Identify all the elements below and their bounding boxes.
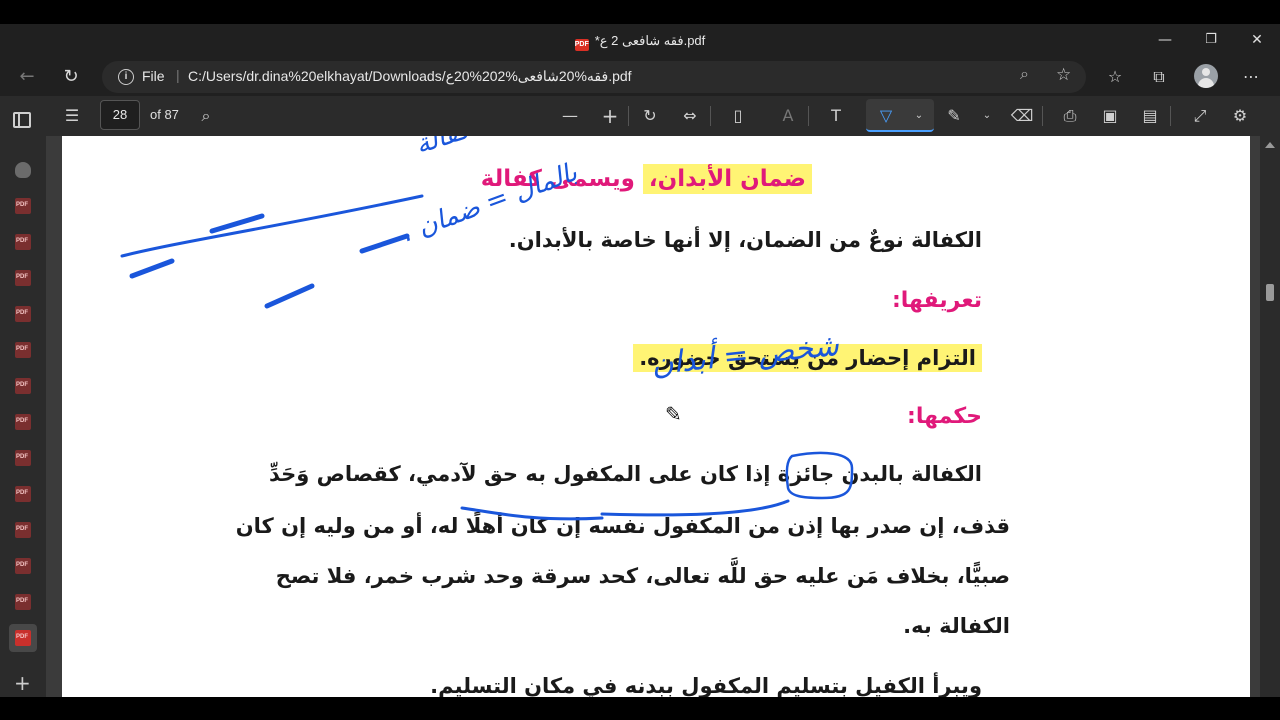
- highlight-icon[interactable]: ▽: [872, 102, 900, 130]
- pdf-viewer: ضمان الأبدان، ويسمى كفالة الكفالة نوعٌ م…: [46, 136, 1260, 697]
- fullscreen-icon[interactable]: ⤢: [1186, 102, 1214, 130]
- more-icon[interactable]: ⋯: [1236, 62, 1266, 92]
- ink-underline: [460, 506, 604, 521]
- chevron-down-icon[interactable]: ⌄: [973, 102, 1001, 130]
- tab-item-active[interactable]: [9, 624, 37, 652]
- tab-item[interactable]: [13, 592, 33, 612]
- tab-item[interactable]: [13, 160, 33, 180]
- scroll-up-icon[interactable]: [1265, 142, 1275, 148]
- tab-item[interactable]: [13, 556, 33, 576]
- ink-stroke: [359, 233, 410, 254]
- handwriting-line: بالمال = ضمان .: [398, 157, 581, 248]
- tab-item[interactable]: [13, 520, 33, 540]
- tab-item[interactable]: [13, 232, 33, 252]
- ink-annotations: المحاكى شئ يختص بالأبدان = كفالة بالمال …: [120, 136, 854, 521]
- zoom-icon[interactable]: ⌕: [1020, 66, 1029, 84]
- pdf-file-icon: PDF: [574, 39, 589, 51]
- pdf-toolbar: ☰ 28 of 87 ⌕ — + ↻ ⇔ ▯ A T ▽ ⌄ ✎ ⌄ ⌫ ⎙ ▣…: [0, 96, 1280, 136]
- plus-icon[interactable]: +: [596, 102, 624, 130]
- tab-item[interactable]: [13, 412, 33, 432]
- minus-icon[interactable]: —: [556, 102, 584, 130]
- scrollbar-thumb[interactable]: [1266, 284, 1274, 301]
- ink-handwriting: المحاكى شئ يختص بالأبدان = كفالة بالمال …: [398, 136, 841, 382]
- page-view-icon[interactable]: ▯: [724, 102, 752, 130]
- url-text[interactable]: C:/Users/dr.dina%20elkhayat/Downloads/فق…: [188, 68, 632, 85]
- tab-item[interactable]: [13, 376, 33, 396]
- screen: PDF *فقه شافعى 2 ع.pdf — ❐ ✕ ← ↻ i File |…: [0, 0, 1280, 720]
- tab-item[interactable]: [13, 484, 33, 504]
- settings-icon[interactable]: ⚙: [1226, 102, 1254, 130]
- toolbar-divider: [1170, 106, 1171, 126]
- collections-icon[interactable]: ⧉: [1144, 62, 1174, 92]
- toolbar-divider: [808, 106, 809, 126]
- window-title: PDF *فقه شافعى 2 ع.pdf: [0, 33, 1280, 51]
- page-number-input[interactable]: 28: [100, 100, 140, 130]
- ink-underline: [600, 499, 790, 517]
- save-as-icon[interactable]: ▤: [1136, 102, 1164, 130]
- toolbar-divider: [628, 106, 629, 126]
- close-button[interactable]: ✕: [1234, 30, 1280, 52]
- chevron-down-icon[interactable]: ⌄: [905, 102, 933, 130]
- navigation-bar: ← ↻ i File | C:/Users/dr.dina%20elkhayat…: [0, 58, 1280, 96]
- tab-item[interactable]: [13, 304, 33, 324]
- eraser-icon[interactable]: ⌫: [1008, 102, 1036, 130]
- ink-box: [785, 451, 854, 500]
- read-aloud-icon[interactable]: A: [774, 102, 802, 130]
- scheme-label: File: [142, 68, 165, 84]
- back-arrow-icon[interactable]: ←: [12, 62, 42, 92]
- toolbar-divider: [710, 106, 711, 126]
- pdf-page: ضمان الأبدان، ويسمى كفالة الكفالة نوعٌ م…: [62, 136, 1250, 697]
- handwriting-line: شخص = أبدان: [649, 325, 841, 383]
- minimize-button[interactable]: —: [1142, 30, 1188, 52]
- vertical-tabs-sidebar: +: [0, 96, 46, 697]
- info-icon[interactable]: i: [118, 69, 134, 85]
- address-bar[interactable]: i File | C:/Users/dr.dina%20elkhayat/Dow…: [102, 61, 1086, 93]
- vertical-scrollbar[interactable]: [1260, 136, 1280, 697]
- contents-icon[interactable]: ☰: [58, 102, 86, 130]
- tab-actions-icon[interactable]: [13, 112, 31, 128]
- tab-item[interactable]: [13, 196, 33, 216]
- address-separator: |: [176, 67, 180, 83]
- maximize-button[interactable]: ❐: [1188, 30, 1234, 52]
- fit-page-icon[interactable]: ⇔: [676, 102, 704, 130]
- page-total: of 87: [150, 107, 179, 122]
- draw-icon[interactable]: ✎: [940, 102, 968, 130]
- profile-avatar[interactable]: [1194, 64, 1218, 88]
- favorites-icon[interactable]: ☆: [1100, 62, 1130, 92]
- toolbar-divider: [1042, 106, 1043, 126]
- save-icon[interactable]: ▣: [1096, 102, 1124, 130]
- star-add-icon[interactable]: ☆: [1056, 65, 1071, 85]
- title-bar: PDF *فقه شافعى 2 ع.pdf — ❐ ✕: [0, 24, 1280, 58]
- new-tab-icon[interactable]: +: [14, 671, 31, 695]
- refresh-icon[interactable]: ↻: [56, 62, 86, 92]
- search-icon[interactable]: ⌕: [192, 102, 220, 130]
- rotate-icon[interactable]: ↻: [636, 102, 664, 130]
- tab-item[interactable]: [13, 448, 33, 468]
- print-icon[interactable]: ⎙: [1056, 102, 1084, 130]
- tab-item[interactable]: [13, 268, 33, 288]
- pencil-cursor-icon: ✎: [665, 402, 682, 426]
- handwriting-line: المحاكى شئ يختص بالأبدان = كفالة: [411, 136, 796, 160]
- add-text-icon[interactable]: T: [822, 102, 850, 130]
- ink-stroke: [129, 258, 175, 279]
- browser-window: PDF *فقه شافعى 2 ع.pdf — ❐ ✕ ← ↻ i File |…: [0, 24, 1280, 697]
- tab-item[interactable]: [13, 340, 33, 360]
- ink-stroke: [264, 283, 315, 309]
